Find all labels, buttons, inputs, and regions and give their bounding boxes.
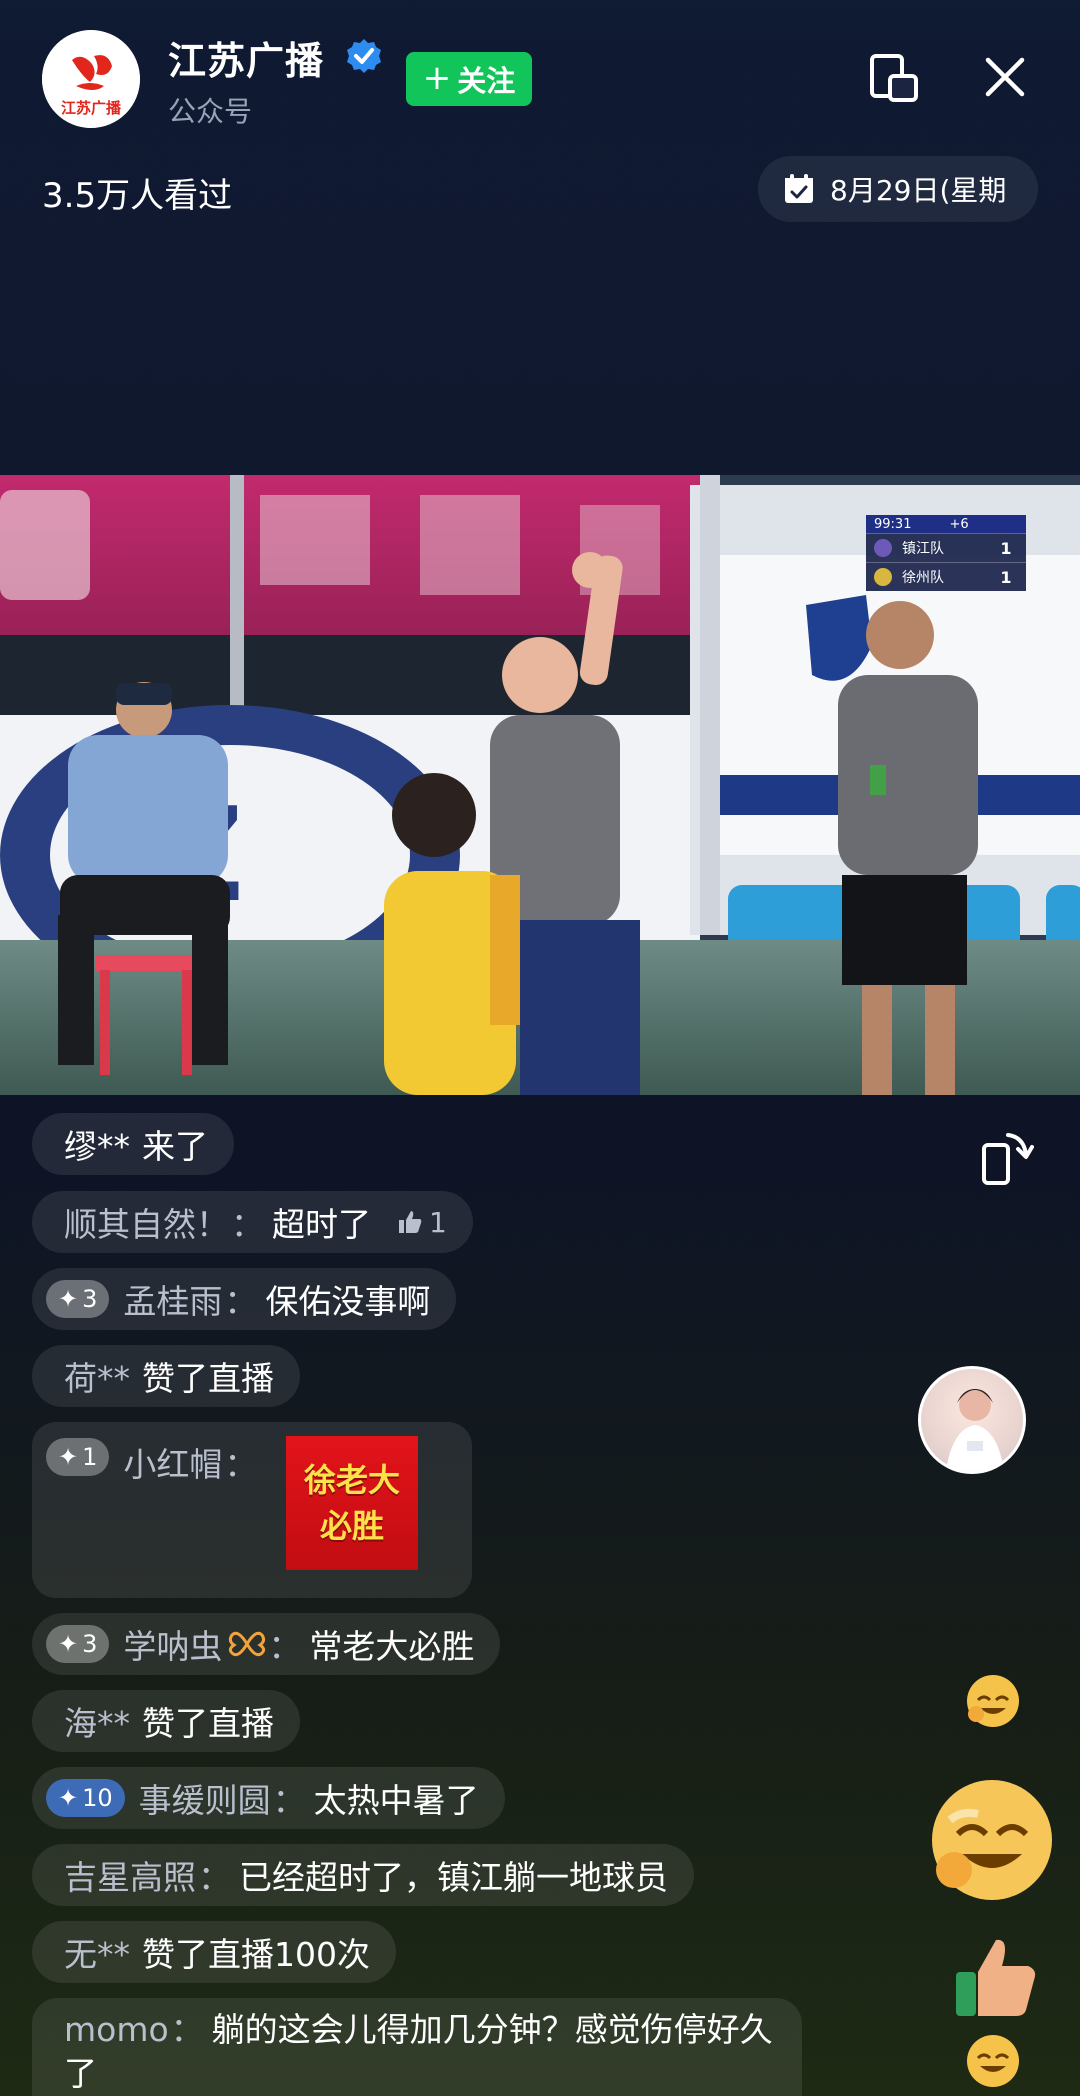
comment-message: 已经超时了，镇江躺一地球员 — [239, 1858, 668, 1897]
fan-level-badge: ✦ 10 — [46, 1779, 125, 1817]
away-team-name: 徐州队 — [902, 570, 944, 586]
comment-message: 来了 — [142, 1127, 208, 1166]
scoreboard-away-row: 徐州队 1 — [866, 562, 1026, 591]
comment-user: 顺其自然！ — [64, 1205, 229, 1244]
scoreboard-clock-row: 99:31 +6 — [866, 515, 1026, 533]
scoreboard-home-row: 镇江队 1 — [866, 533, 1026, 562]
sparkle-icon: ✦ — [58, 1784, 79, 1812]
laughing-emoji-icon — [967, 1675, 1019, 1727]
comment-user: 吉星高照 — [64, 1858, 196, 1897]
fan-level-badge: ✦ 3 — [46, 1280, 110, 1318]
date-chip[interactable]: 8月29日(星期 — [758, 156, 1038, 222]
comment-message: 保佑没事啊 — [265, 1282, 431, 1321]
comment-message: 赞了直播 — [142, 1704, 274, 1743]
svg-text:江苏广播: 江苏广播 — [61, 99, 122, 117]
comment-message: 超时了 — [272, 1205, 371, 1244]
comment-item: ✦ 10 事缓则圆 ： 太热中暑了 — [32, 1767, 505, 1829]
laughing-emoji-icon — [932, 1780, 1052, 1900]
comment-item: 吉星高照 ： 已经超时了，镇江躺一地球员 — [32, 1844, 694, 1906]
verified-badge-icon — [347, 39, 381, 73]
plus-icon: + — [422, 57, 452, 98]
host-portrait — [945, 1389, 1005, 1471]
comment-sticker: ✦ 1 小红帽 ： 徐老大 必胜 — [32, 1422, 472, 1598]
comment-user: 学呐虫 — [123, 1627, 223, 1666]
away-team-score: 1 — [1000, 567, 1012, 587]
comment-like[interactable]: 1 — [397, 1206, 447, 1239]
follow-label: 关注 — [457, 64, 516, 98]
thumbs-up-emoji-icon — [956, 1939, 1036, 2016]
close-icon[interactable] — [980, 52, 1030, 102]
sparkle-icon: ✦ — [58, 1630, 79, 1658]
fan-level-badge: ✦ 1 — [46, 1438, 110, 1476]
jiangsu-radio-logo-icon: 江苏广播 — [42, 30, 140, 128]
fan-level-badge: ✦ 3 — [46, 1625, 110, 1663]
scoreboard: 99:31 +6 镇江队 1 徐州队 1 — [866, 515, 1026, 591]
comment-user: 荷** — [64, 1359, 130, 1398]
live-header: 江苏广播 江苏广播 公众号 + 关注 — [0, 0, 1080, 160]
comment-like-notice: 荷** 赞了直播 — [32, 1345, 300, 1407]
butterfly-icon — [229, 1631, 266, 1657]
channel-avatar[interactable]: 江苏广播 — [42, 30, 140, 128]
comment-item: 顺其自然！ ： 超时了 1 — [32, 1191, 473, 1253]
comment-user: momo — [64, 2010, 169, 2049]
thumbs-up-icon — [399, 1211, 422, 1233]
broadcast-date: 8月29日(星期 — [830, 174, 1007, 207]
rotate-screen-icon[interactable] — [978, 1127, 1034, 1187]
comment-message: 太热中暑了 — [313, 1781, 479, 1820]
channel-type-label: 公众号 — [168, 95, 253, 128]
view-count: 3.5万人看过 — [42, 176, 233, 216]
comment-message: 赞了直播 — [142, 1359, 274, 1398]
follow-button[interactable]: + 关注 — [406, 52, 532, 106]
match-clock: 99:31 — [874, 516, 912, 532]
comment-user: 海** — [64, 1704, 130, 1743]
away-team-crest-icon — [874, 568, 892, 586]
comment-user: 事缓则圆 — [138, 1781, 271, 1820]
picture-in-picture-icon[interactable] — [868, 52, 920, 104]
home-team-name: 镇江队 — [902, 541, 944, 557]
comment-message: 常老大必胜 — [309, 1627, 475, 1666]
sparkle-icon: ✦ — [58, 1285, 79, 1313]
host-avatar[interactable] — [918, 1366, 1026, 1474]
channel-name[interactable]: 江苏广播 — [168, 30, 324, 85]
added-time: +6 — [949, 516, 969, 532]
comment-like-notice: 海** 赞了直播 — [32, 1690, 300, 1752]
comment-item: ✦ 3 孟桂雨 ： 保佑没事啊 — [32, 1268, 457, 1330]
comment-user: 孟桂雨 — [123, 1282, 223, 1321]
live-video-player[interactable]: Z — [0, 475, 1080, 1095]
sparkle-icon: ✦ — [58, 1443, 79, 1471]
comment-item: momo： 躺的这会儿得加几分钟？感觉伤停好久了 — [32, 1998, 802, 2096]
comment-item: ✦ 3 学呐虫 ： 常老大必胜 — [32, 1613, 501, 1675]
comment-message: 赞了直播100次 — [142, 1935, 370, 1974]
laughing-emoji-icon — [967, 2035, 1019, 2087]
comment-user: 无** — [64, 1935, 130, 1974]
comment-like-notice: 无** 赞了直播100次 — [32, 1921, 396, 1983]
sticker-image[interactable]: 徐老大 必胜 — [286, 1436, 418, 1570]
home-team-crest-icon — [874, 539, 892, 557]
comment-join: 缪** 来了 — [32, 1113, 234, 1175]
comment-user: 缪** — [64, 1127, 130, 1166]
home-team-score: 1 — [1000, 538, 1012, 558]
like-count: 1 — [429, 1205, 447, 1239]
calendar-icon — [785, 174, 813, 203]
comment-user: 小红帽 — [123, 1445, 223, 1484]
